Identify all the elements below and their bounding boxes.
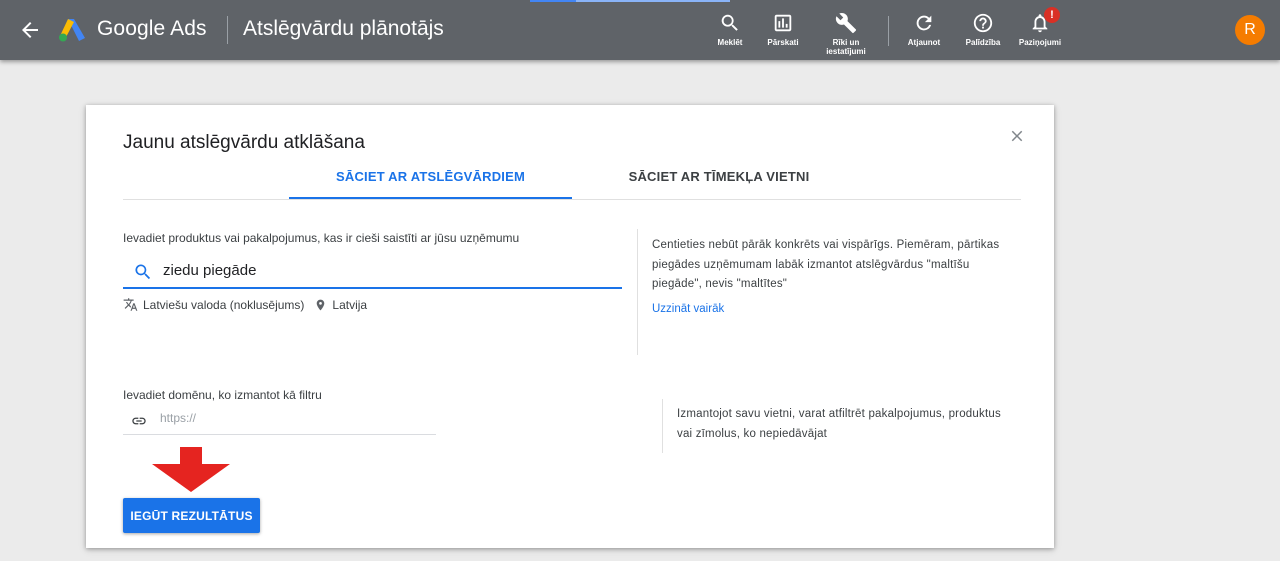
keywords-hint: Centieties nebūt pārāk konkrēts vai visp… <box>652 236 999 295</box>
targeting-settings: Latviešu valoda (noklusējums) Latvija <box>123 297 377 312</box>
location-pin-icon <box>317 299 325 310</box>
domain-hint: Izmantojot savu vietni, varat atfiltrēt … <box>677 405 1001 444</box>
refresh-tool-button[interactable]: Atjaunot <box>896 12 952 47</box>
domain-input-field[interactable] <box>123 407 436 435</box>
help-tool-button[interactable]: Palīdzība <box>955 12 1011 47</box>
reports-tool-label: Pārskati <box>767 38 799 47</box>
help-icon <box>973 13 993 33</box>
tab-start-with-keywords[interactable]: SĀCIET AR ATSLĒGVĀRDIEM <box>289 169 572 200</box>
page-title: Atslēgvārdu plānotājs <box>243 17 444 40</box>
refresh-icon <box>916 15 932 31</box>
search-tool-label: Meklēt <box>717 38 743 47</box>
search-icon <box>721 14 738 31</box>
tools-settings-button[interactable]: Rīki un iestatījumi <box>818 12 874 56</box>
link-icon <box>132 417 146 425</box>
keywords-input-value[interactable]: ziedu piegāde <box>163 262 256 279</box>
tab-start-with-website[interactable]: SĀCIET AR TĪMEKĻA VIETNI <box>589 169 849 184</box>
account-avatar[interactable]: R <box>1235 15 1265 45</box>
location-selector[interactable]: Latvija <box>314 298 367 312</box>
keywords-hint-line: Centieties nebūt pārāk konkrēts vai visp… <box>652 239 1000 251</box>
close-icon[interactable] <box>1008 127 1026 145</box>
domain-input[interactable] <box>160 411 420 425</box>
back-arrow-icon[interactable] <box>18 18 42 42</box>
top-app-bar: Google Ads Atslēgvārdu plānotājs Meklēt … <box>0 0 1280 60</box>
google-ads-logo-icon[interactable] <box>58 18 86 42</box>
brand-name[interactable]: Google Ads <box>97 17 207 41</box>
notifications-tool-button[interactable]: ! Paziņojumi <box>1012 7 1068 47</box>
notification-badge: ! <box>1044 7 1060 23</box>
location-value: Latvija <box>332 297 368 312</box>
domain-hint-divider <box>662 399 663 453</box>
wrench-icon <box>835 13 857 34</box>
tools-settings-label: Rīki un iestatījumi <box>826 38 866 56</box>
keywords-input-field[interactable]: ziedu piegāde <box>123 257 622 289</box>
search-icon <box>135 264 151 280</box>
dialog-title: Jaunu atslēgvārdu atklāšana <box>123 132 365 153</box>
bar-chart-icon <box>774 14 792 32</box>
keywords-hint-line: piegādes uzņēmumam labāk izmantot atslēg… <box>652 258 970 271</box>
language-value: Latviešu valoda (noklusējums) <box>143 297 305 312</box>
loading-progress-bar <box>530 0 730 2</box>
get-results-button[interactable]: IEGŪT REZULTĀTUS <box>123 498 260 533</box>
tools-divider <box>888 16 889 46</box>
keywords-field-label: Ievadiet produktus vai pakalpojumus, kas… <box>123 231 520 245</box>
red-down-arrow-icon <box>152 447 230 492</box>
translate-icon <box>123 298 138 311</box>
search-tool-button[interactable]: Meklēt <box>702 12 758 47</box>
domain-field-label: Ievadiet domēnu, ko izmantot kā filtru <box>123 388 322 402</box>
learn-more-link[interactable]: Uzzināt vairāk <box>652 303 724 315</box>
keywords-hint-line: piegāde", nevis "maltītes" <box>652 278 788 290</box>
notifications-tool-label: Paziņojumi <box>1018 38 1062 47</box>
domain-hint-line: vai zīmolus, ko nepiedāvājat <box>677 427 828 440</box>
refresh-tool-label: Atjaunot <box>907 38 941 47</box>
reports-tool-button[interactable]: Pārskati <box>755 12 811 47</box>
domain-hint-line: Izmantojot savu vietni, varat atfiltrēt … <box>677 408 1001 420</box>
header-divider <box>227 16 228 44</box>
language-selector[interactable]: Latviešu valoda (noklusējums) <box>123 297 304 312</box>
hint-divider <box>637 229 638 355</box>
tabs-divider <box>123 199 1021 200</box>
keyword-discovery-dialog: Jaunu atslēgvārdu atklāšana SĀCIET AR AT… <box>86 105 1054 548</box>
help-tool-label: Palīdzība <box>965 38 1001 47</box>
